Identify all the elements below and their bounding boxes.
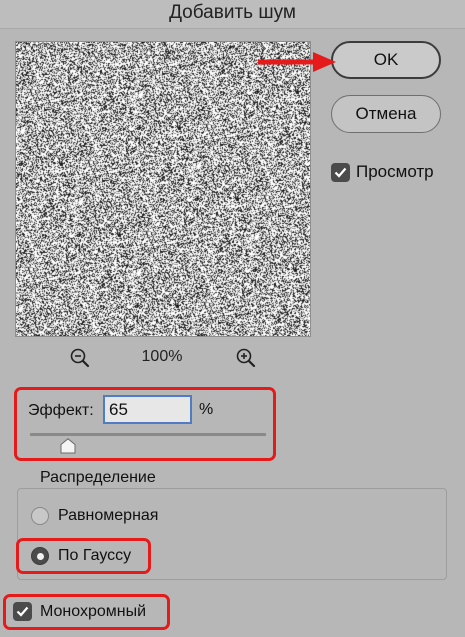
radio-uniform-label: Равномерная [58, 507, 159, 524]
title-bar: Добавить шум [0, 0, 465, 29]
zoom-in-icon[interactable] [235, 347, 257, 369]
zoom-level: 100% [141, 348, 183, 365]
noise-preview[interactable] [15, 41, 311, 337]
radio-selected-icon [31, 547, 49, 565]
monochrome-label: Монохромный [40, 602, 147, 620]
preview-label: Просмотр [356, 162, 434, 181]
radio-button-icon [31, 507, 49, 525]
effect-unit: % [199, 401, 214, 418]
distribution-title: Распределение [34, 469, 162, 487]
effect-slider-track[interactable] [30, 433, 266, 436]
checkmark-icon [331, 162, 350, 182]
effect-amount-input[interactable] [103, 395, 192, 424]
ok-button[interactable]: OK [331, 41, 441, 79]
dialog-title: Добавить шум [169, 2, 296, 23]
noise-preview-canvas [16, 42, 310, 336]
effect-label: Эффект: [28, 402, 94, 419]
radio-uniform[interactable]: Равномерная [31, 507, 158, 525]
effect-slider-thumb[interactable] [60, 438, 76, 454]
monochrome-checkbox[interactable]: Монохромный [13, 602, 146, 621]
radio-gaussian[interactable]: По Гауссу [31, 547, 131, 565]
radio-gaussian-label: По Гауссу [58, 547, 132, 564]
checkmark-icon [13, 602, 32, 621]
preview-checkbox[interactable]: Просмотр [331, 162, 434, 182]
red-arrow-annotation [258, 52, 336, 72]
zoom-out-icon[interactable] [69, 347, 91, 369]
cancel-button[interactable]: Отмена [331, 95, 441, 133]
